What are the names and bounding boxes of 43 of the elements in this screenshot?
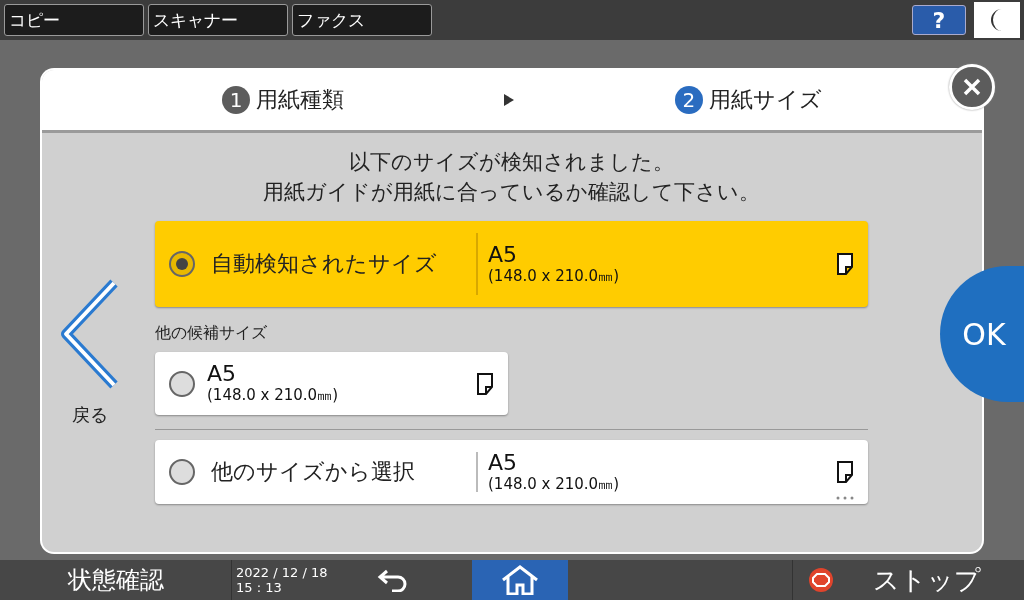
- message-text: 以下のサイズが検知されました。: [348, 149, 675, 176]
- paper-icon: [476, 372, 494, 395]
- step-label: 用紙種類: [256, 86, 345, 114]
- time-text: 15 : 13: [236, 580, 283, 595]
- triangle-icon: [504, 94, 515, 106]
- night-mode-button[interactable]: [974, 2, 1020, 38]
- help-button[interactable]: ?: [912, 5, 966, 35]
- app-tab[interactable]: スキャナー: [148, 4, 288, 36]
- more-icon: [836, 496, 854, 500]
- step-number: 1: [222, 86, 251, 114]
- candidate-size-option[interactable]: A5 (148.0 x 210.0㎜): [155, 352, 508, 415]
- paper-dimensions: (148.0 x 210.0㎜): [488, 266, 620, 286]
- detected-size-option[interactable]: 自動検知されたサイズ A5 (148.0 x 210.0㎜): [155, 221, 868, 307]
- stop-icon: [809, 568, 833, 592]
- close-button[interactable]: [949, 64, 995, 110]
- radio-button[interactable]: [169, 251, 195, 277]
- step-label: 用紙サイズ: [708, 86, 822, 114]
- section-heading: 他の候補サイズ: [155, 323, 268, 344]
- radio-button[interactable]: [169, 459, 195, 485]
- paper-dimensions: (148.0 x 210.0㎜): [488, 474, 620, 494]
- paper-size: A5: [488, 242, 519, 267]
- date-text: 2022 / 12 / 18: [236, 565, 329, 580]
- app-tab[interactable]: ファクス: [292, 4, 432, 36]
- step-number: 2: [674, 86, 703, 114]
- paper-icon: [836, 461, 854, 483]
- back-button[interactable]: 戻る: [60, 279, 120, 552]
- stop-button[interactable]: ストップ: [792, 560, 1024, 600]
- option-label: 自動検知されたサイズ: [211, 250, 438, 278]
- paper-size: A5: [207, 362, 238, 386]
- chevron-left-icon: [60, 279, 120, 389]
- paper-size: A5: [488, 450, 519, 475]
- radio-button[interactable]: [169, 370, 195, 397]
- close-icon: [963, 78, 981, 96]
- option-label: 他のサイズから選択: [211, 458, 416, 486]
- other-size-option[interactable]: 他のサイズから選択 A5 (148.0 x 210.0㎜): [155, 440, 868, 504]
- ok-button[interactable]: OK: [940, 266, 1024, 402]
- app-tab[interactable]: コピー: [4, 4, 144, 36]
- home-icon: [501, 565, 539, 595]
- paper-dimensions: (148.0 x 210.0㎜): [207, 386, 339, 405]
- status-check-button[interactable]: 状態確認: [0, 560, 232, 600]
- message-text: 用紙ガイドが用紙に合っているか確認して下さい。: [262, 179, 761, 206]
- paper-icon: [836, 253, 854, 275]
- home-button[interactable]: [472, 560, 568, 600]
